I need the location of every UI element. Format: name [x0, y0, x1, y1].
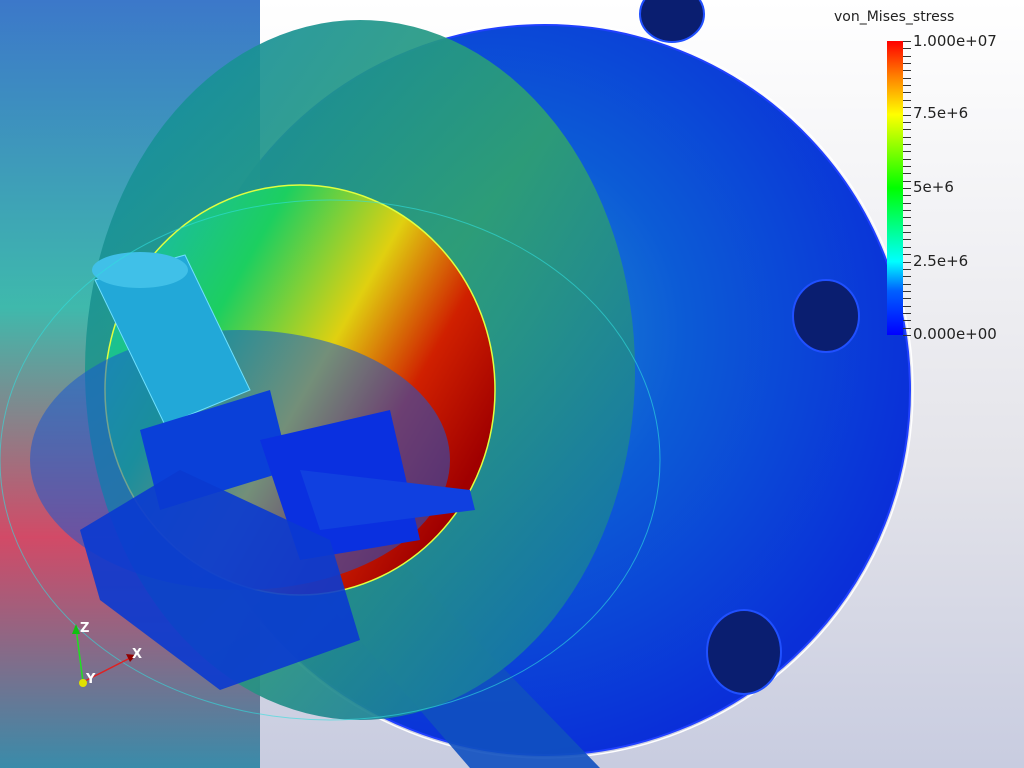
- axis-label-y: Y: [86, 672, 96, 687]
- colorbar-tick: [903, 298, 911, 300]
- colorbar-tick: [903, 48, 911, 50]
- colorbar-tick: [903, 210, 911, 212]
- colorbar-tick: [903, 180, 911, 182]
- colorbar-tick: [903, 283, 911, 285]
- colorbar-tick: [903, 63, 911, 65]
- colorbar-tick: [903, 129, 911, 131]
- colorbar-tick: [903, 143, 911, 145]
- legend-label-min: 0.000e+00: [913, 325, 997, 343]
- colorbar-tick: [903, 327, 911, 329]
- 3d-viewport[interactable]: [0, 0, 1024, 768]
- legend-label-25: 2.5e+6: [913, 252, 969, 270]
- colorbar-tick: [903, 121, 911, 123]
- colorbar-tick: [903, 261, 911, 263]
- colorbar-tick: [903, 224, 911, 226]
- colorbar-tick: [903, 268, 911, 270]
- colorbar-tick: [903, 254, 911, 256]
- colorbar-tick: [903, 335, 911, 336]
- legend-label-max: 1.000e+07: [913, 32, 997, 50]
- colorbar-tick: [903, 70, 911, 72]
- axis-label-z: Z: [80, 621, 90, 636]
- colorbar-tick: [903, 320, 911, 322]
- colorbar-tick: [903, 77, 911, 79]
- colorbar-tick: [903, 92, 911, 94]
- colorbar-tick: [903, 188, 911, 189]
- colorbar-tick: [903, 239, 911, 241]
- colorbar-tick: [903, 165, 911, 167]
- colorbar-tick: [903, 276, 911, 278]
- colorbar-tick: [903, 290, 911, 292]
- colorbar-tick: [903, 114, 911, 116]
- colorbar-tick: [903, 158, 911, 160]
- colorbar-tick: [903, 99, 911, 101]
- colorbar: [887, 41, 903, 335]
- colorbar-tick: [903, 195, 911, 197]
- colorbar-tick: [903, 305, 911, 307]
- colorbar-tick: [903, 232, 911, 234]
- colorbar-tick: [903, 246, 911, 248]
- colorbar-tick: [903, 202, 911, 204]
- legend-title: von_Mises_stress: [834, 9, 955, 25]
- colorbar-tick: [903, 136, 911, 138]
- colorbar-tick: [903, 55, 911, 57]
- legend-label-75: 7.5e+6: [913, 104, 969, 122]
- colorbar-tick: [903, 312, 911, 314]
- colorbar-tick: [903, 173, 911, 175]
- axis-label-x: X: [132, 647, 143, 662]
- colorbar-tick: [903, 151, 911, 153]
- colorbar-tick: [903, 41, 911, 42]
- colorbar-tick: [903, 217, 911, 219]
- colorbar-tick: [903, 85, 911, 87]
- colorbar-tick: [903, 107, 911, 109]
- legend-label-50: 5e+6: [913, 178, 954, 196]
